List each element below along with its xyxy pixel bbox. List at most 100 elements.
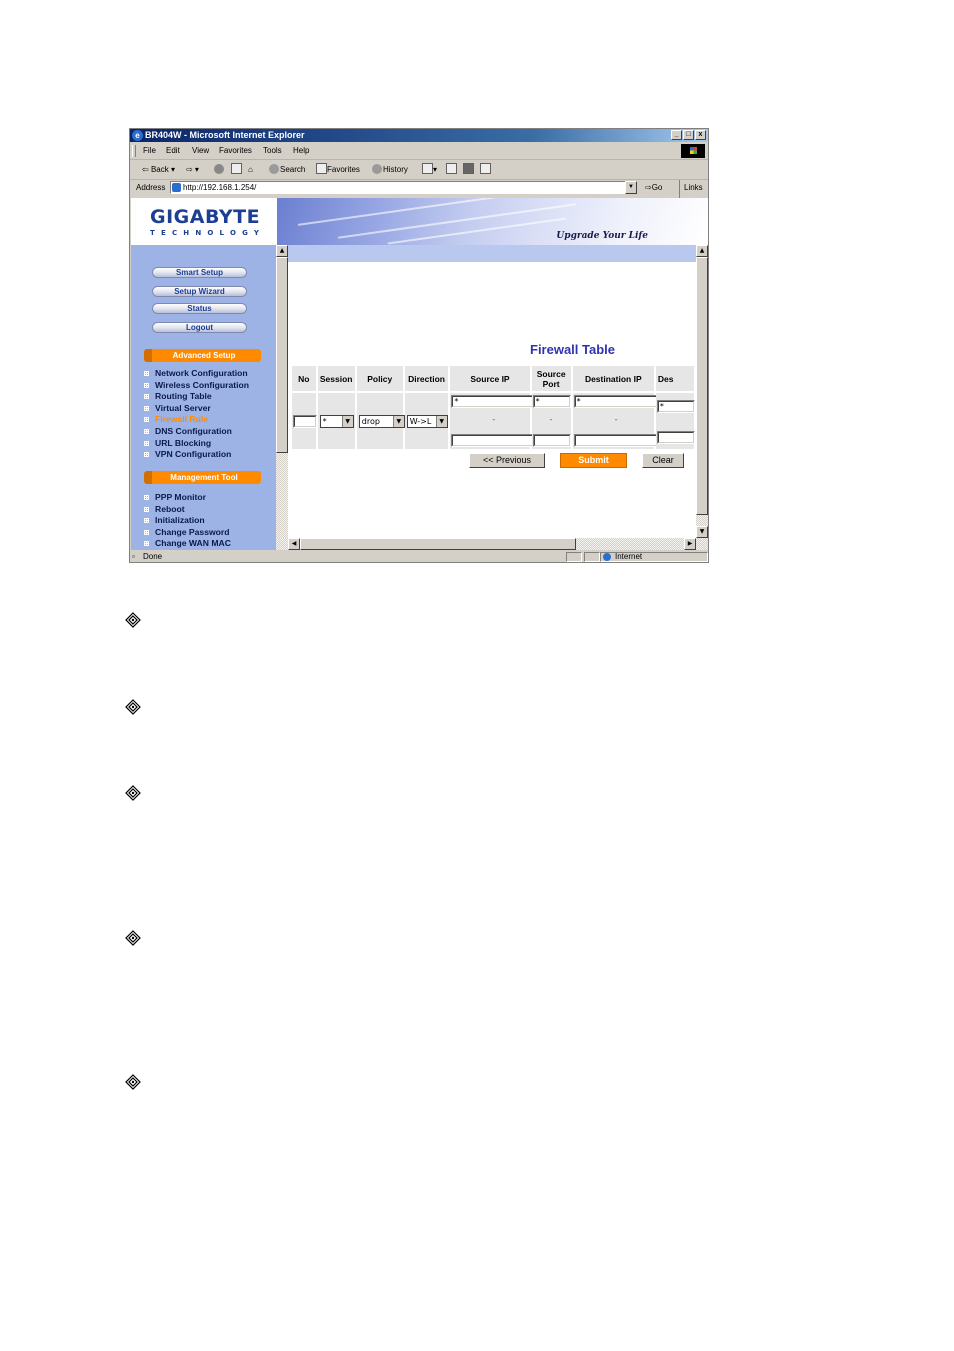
menu-tools[interactable]: Tools xyxy=(263,143,282,159)
cell-session: * ▼ xyxy=(317,393,355,449)
sidebar-scrollbar[interactable]: ▲ xyxy=(276,245,288,538)
menu-edit[interactable]: Edit xyxy=(166,143,180,159)
nav-url-blocking[interactable]: URL Blocking xyxy=(143,438,275,450)
history-label: History xyxy=(383,165,408,174)
close-button[interactable]: x xyxy=(695,130,706,140)
dest-port-start-input[interactable]: * xyxy=(656,400,695,413)
management-nav: PPP Monitor Reboot Initialization Change… xyxy=(143,492,275,550)
banner: GIGABYTE TECHNOLOGY Upgrade Your Life xyxy=(131,198,708,245)
forward-button[interactable]: ⇨ ▾ xyxy=(186,160,199,179)
edit-icon[interactable] xyxy=(463,160,474,179)
menu-bar: File Edit View Favorites Tools Help xyxy=(130,143,708,160)
source-ip-end-input[interactable] xyxy=(451,434,538,447)
source-port-start-input[interactable]: * xyxy=(532,395,571,408)
history-icon xyxy=(372,164,382,174)
menu-favorites[interactable]: Favorites xyxy=(219,143,252,159)
dest-ip-end-input[interactable] xyxy=(573,434,660,447)
nav-vpn-configuration[interactable]: VPN Configuration xyxy=(143,449,275,461)
minimize-button[interactable]: _ xyxy=(671,130,682,140)
session-select[interactable]: * ▼ xyxy=(319,415,354,428)
main-scrollbar[interactable]: ▲ ▼ xyxy=(696,245,708,538)
search-button[interactable]: Search xyxy=(269,160,305,179)
status-button[interactable]: Status xyxy=(152,303,247,314)
go-button[interactable]: ⇨Go xyxy=(645,180,662,196)
source-port-end-input[interactable] xyxy=(532,434,571,447)
links-label: Links xyxy=(684,183,703,192)
nav-label: Change Password xyxy=(155,526,230,537)
policy-select[interactable]: drop ▼ xyxy=(358,415,405,428)
print-icon[interactable] xyxy=(446,160,457,179)
nav-label: Initialization xyxy=(155,515,205,526)
nav-virtual-server[interactable]: Virtual Server xyxy=(143,403,275,415)
back-button[interactable]: ⇦ Back ▾ xyxy=(142,160,175,179)
nav-label: Wireless Configuration xyxy=(155,379,249,390)
refresh-icon[interactable] xyxy=(231,160,242,179)
scroll-thumb[interactable] xyxy=(276,257,288,453)
nav-label: Routing Table xyxy=(155,391,212,402)
window-title: BR404W - Microsoft Internet Explorer xyxy=(145,130,305,140)
policy-value: drop xyxy=(361,417,380,426)
diamond-bullet-icon xyxy=(125,930,141,946)
chevron-down-icon: ▼ xyxy=(392,416,404,427)
direction-select[interactable]: W->L ▼ xyxy=(406,415,448,428)
ie-icon: e xyxy=(132,130,143,141)
hscroll-thumb[interactable] xyxy=(300,538,576,550)
address-label: Address xyxy=(136,183,166,192)
nav-routing-table[interactable]: Routing Table xyxy=(143,391,275,403)
nav-network-configuration[interactable]: Network Configuration xyxy=(143,368,275,380)
clear-button[interactable]: Clear xyxy=(642,453,684,468)
nav-label: DNS Configuration xyxy=(155,425,232,436)
page-icon xyxy=(172,183,181,192)
scroll-left-icon[interactable]: ◀ xyxy=(288,538,300,550)
nav-wireless-configuration[interactable]: Wireless Configuration xyxy=(143,380,275,392)
title-bar: e BR404W - Microsoft Internet Explorer _… xyxy=(130,129,708,142)
menu-view[interactable]: View xyxy=(192,143,209,159)
tagline: Upgrade Your Life xyxy=(556,231,648,241)
address-dropdown-button[interactable]: ▼ xyxy=(625,181,637,194)
scroll-right-icon[interactable]: ▶ xyxy=(684,538,696,550)
cell-policy: drop ▼ xyxy=(356,393,405,449)
scroll-up-icon[interactable]: ▲ xyxy=(276,245,288,257)
smart-setup-button[interactable]: Smart Setup xyxy=(152,267,247,278)
menu-help[interactable]: Help xyxy=(293,143,309,159)
no-input[interactable] xyxy=(293,415,317,428)
favorites-icon xyxy=(316,163,327,174)
browser-window: e BR404W - Microsoft Internet Explorer _… xyxy=(129,128,709,563)
chevron-down-icon: ▼ xyxy=(435,416,447,427)
nav-change-password[interactable]: Change Password xyxy=(143,527,275,539)
nav-reboot[interactable]: Reboot xyxy=(143,504,275,516)
menu-file[interactable]: File xyxy=(143,143,156,159)
session-value: * xyxy=(322,417,327,426)
scroll-up-icon[interactable]: ▲ xyxy=(696,245,708,257)
scroll-thumb[interactable] xyxy=(696,257,708,515)
address-input[interactable]: http://192.168.1.254/ xyxy=(170,181,636,194)
maximize-button[interactable]: □ xyxy=(683,130,694,140)
search-icon xyxy=(269,164,279,174)
source-ip-start-input[interactable]: * xyxy=(451,395,538,408)
history-button[interactable]: History xyxy=(372,160,408,179)
mail-icon[interactable]: ▾ xyxy=(422,160,437,179)
setup-wizard-button[interactable]: Setup Wizard xyxy=(152,286,247,297)
search-label: Search xyxy=(280,165,306,174)
submit-button[interactable]: Submit xyxy=(560,453,627,468)
nav-label: Virtual Server xyxy=(155,402,211,413)
discuss-icon[interactable] xyxy=(480,160,491,179)
dest-port-end-input[interactable] xyxy=(656,431,695,444)
range-separator: - xyxy=(614,415,618,424)
favorites-button[interactable]: Favorites xyxy=(316,160,360,179)
advanced-nav: Network Configuration Wireless Configura… xyxy=(143,368,275,461)
stop-icon[interactable] xyxy=(214,160,225,179)
scroll-down-icon[interactable]: ▼ xyxy=(696,526,708,538)
nav-initialization[interactable]: Initialization xyxy=(143,515,275,527)
nav-ppp-monitor[interactable]: PPP Monitor xyxy=(143,492,275,504)
nav-dns-configuration[interactable]: DNS Configuration xyxy=(143,426,275,438)
horizontal-scrollbar[interactable]: ◀ ▶ xyxy=(276,538,708,550)
home-icon[interactable]: ⌂ xyxy=(248,160,253,179)
previous-button[interactable]: << Previous xyxy=(469,453,545,468)
nav-change-wan-mac[interactable]: Change WAN MAC xyxy=(143,538,275,550)
logout-button[interactable]: Logout xyxy=(152,322,247,333)
nav-firewall-rule[interactable]: Firewall Rule xyxy=(143,414,275,426)
col-direction: Direction xyxy=(404,366,449,391)
col-source-port: Source Port xyxy=(531,366,571,391)
dest-ip-start-input[interactable]: * xyxy=(573,395,660,408)
